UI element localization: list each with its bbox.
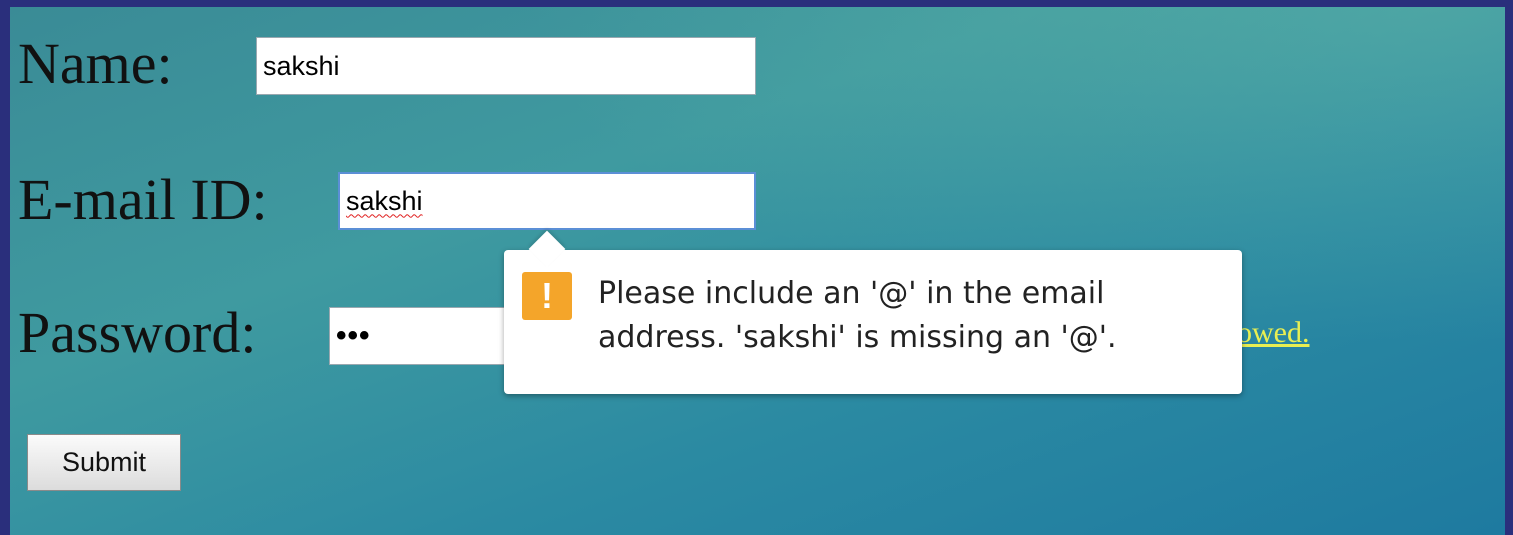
password-input-value: ••• (336, 319, 371, 352)
name-input-value: sakshi (263, 50, 340, 81)
email-input-value: sakshi (346, 185, 423, 216)
name-input[interactable]: sakshi (256, 37, 756, 95)
validation-tooltip: ! Please include an '@' in the email add… (504, 250, 1242, 394)
password-note: owed. (1237, 316, 1310, 349)
password-label: Password: (18, 300, 257, 365)
warning-icon: ! (522, 272, 572, 320)
form-page: Name: sakshi E-mail ID: sakshi Password:… (10, 7, 1505, 535)
validation-message-line-1: Please include an '@' in the email (598, 276, 1105, 311)
email-input[interactable]: sakshi (338, 172, 756, 230)
validation-message: Please include an '@' in the email addre… (598, 272, 1117, 360)
name-label: Name: (18, 31, 173, 96)
validation-message-line-2: address. 'sakshi' is missing an '@'. (598, 320, 1117, 355)
password-input[interactable]: ••• (329, 307, 529, 365)
email-label: E-mail ID: (18, 167, 268, 232)
submit-button[interactable]: Submit (27, 434, 181, 491)
